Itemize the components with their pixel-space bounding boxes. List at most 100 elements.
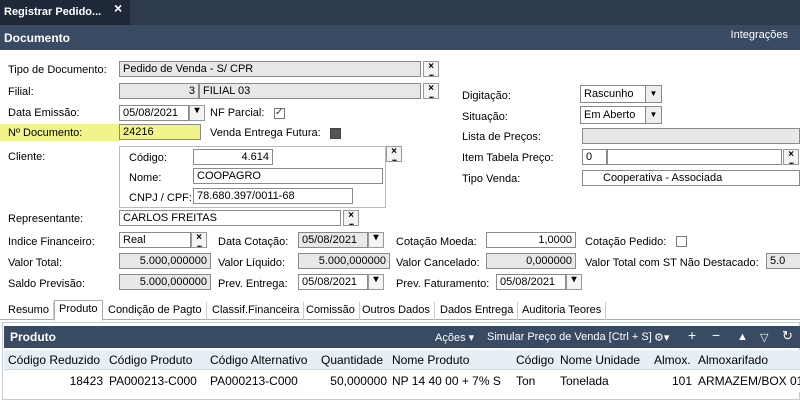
tipo-venda-label: Tipo Venda:: [462, 173, 521, 185]
nome-field[interactable]: COOPAGRO: [193, 168, 383, 184]
indice-lookup-button[interactable]: ×...: [191, 232, 207, 249]
tipo-doc-label: Tipo de Documento:: [8, 64, 107, 76]
valor-st-field: 5.0: [766, 253, 800, 269]
move-up-icon[interactable]: ▲: [737, 331, 748, 343]
table-row[interactable]: 18423 PA000213-C000 PA000213-C000 50,000…: [4, 370, 800, 392]
col-almoxarifado[interactable]: Almoxarifado: [698, 353, 768, 367]
lista-precos-field[interactable]: [582, 128, 800, 144]
item-tabela-code-field[interactable]: 0: [582, 149, 607, 165]
n-documento-field[interactable]: 24216: [119, 124, 201, 140]
data-cotacao-field[interactable]: 05/08/2021: [298, 232, 368, 248]
item-tabela-lookup-button[interactable]: ×...: [783, 149, 799, 166]
cell-codigo-reduzido: 18423: [69, 374, 103, 388]
cell-quantidade: 50,000000: [330, 374, 387, 388]
valor-st-label: Valor Total com ST Não Destacado:: [585, 257, 759, 269]
app-tab[interactable]: Registrar Pedido...: [0, 0, 130, 25]
cotacao-pedido-checkbox[interactable]: [676, 236, 687, 247]
calendar-icon[interactable]: ▾: [368, 274, 384, 290]
tab-outros-dados[interactable]: Outros Dados: [358, 302, 435, 320]
data-emissao-field[interactable]: 05/08/2021: [119, 105, 189, 121]
digitacao-select[interactable]: Rascunho ▼: [580, 85, 662, 103]
col-nome-produto[interactable]: Nome Produto: [392, 353, 469, 367]
filial-lookup-button[interactable]: ×...: [423, 83, 439, 100]
tipo-doc-field[interactable]: Pedido de Venda - S/ CPR: [119, 61, 421, 77]
codigo-field[interactable]: 4.614: [193, 149, 273, 165]
valor-total-field: 5.000,000000: [119, 253, 211, 269]
refresh-icon[interactable]: ↻: [782, 328, 793, 344]
item-tabela-label: Item Tabela Preço:: [462, 152, 554, 164]
cell-almoxarifado: ARMAZEM/BOX 01: [698, 374, 800, 388]
nf-parcial-checkbox[interactable]: [274, 107, 285, 119]
close-tab-icon[interactable]: ×: [114, 0, 122, 16]
valor-liquido-field: 5.000,000000: [298, 253, 390, 269]
col-quantidade[interactable]: Quantidade: [321, 353, 383, 367]
digitacao-label: Digitação:: [462, 90, 511, 102]
tab-condicao-pagto[interactable]: Condição de Pagto: [104, 302, 207, 320]
cell-codigo-unidade: Ton: [516, 374, 536, 388]
cliente-lookup-button[interactable]: ×...: [386, 146, 402, 163]
section-title: Documento: [4, 31, 70, 45]
situacao-value: Em Aberto: [584, 109, 636, 121]
prev-entrega-label: Prev. Entrega:: [218, 278, 288, 290]
move-down-icon[interactable]: ▽: [760, 331, 768, 344]
indice-field[interactable]: Real: [119, 232, 191, 248]
cotacao-moeda-field[interactable]: 1,0000: [486, 232, 576, 248]
col-nome-unidade[interactable]: Nome Unidade: [560, 353, 640, 367]
cliente-label: Cliente:: [8, 151, 46, 163]
indice-label: Indice Financeiro:: [8, 236, 95, 248]
chevron-down-icon: ▼: [645, 86, 661, 102]
calendar-icon[interactable]: ▾: [566, 274, 582, 290]
col-codigo-produto[interactable]: Código Produto: [109, 353, 192, 367]
tab-produto[interactable]: Produto: [54, 300, 103, 321]
cell-codigo-produto: PA000213-C000: [109, 374, 197, 388]
nf-parcial-label: NF Parcial:: [210, 107, 265, 119]
chevron-down-icon: ▼: [645, 107, 661, 123]
document-header: Documento Integrações: [0, 25, 800, 50]
filial-name-field: FILIAL 03: [199, 83, 421, 99]
col-codigo-alternativo[interactable]: Código Alternativo: [210, 353, 307, 367]
tab-resumo[interactable]: Resumo: [4, 302, 54, 320]
tab-comissao[interactable]: Comissão: [302, 302, 360, 320]
representante-lookup-button[interactable]: ×...: [343, 210, 359, 227]
filial-code-field[interactable]: 3: [119, 83, 199, 99]
cell-almox: 101: [671, 374, 692, 388]
col-codigo-reduzido[interactable]: Código Reduzido: [8, 353, 100, 367]
prev-faturamento-field[interactable]: 05/08/2021: [496, 274, 566, 290]
tipo-doc-lookup-button[interactable]: ×...: [423, 61, 439, 78]
tab-dados-entrega[interactable]: Dados Entrega: [436, 302, 519, 320]
acoes-menu[interactable]: Ações ▾: [435, 331, 474, 344]
cotacao-moeda-label: Cotação Moeda:: [396, 236, 477, 248]
simular-preco-button[interactable]: Simular Preço de Venda [Ctrl + S]: [487, 331, 652, 343]
cotacao-pedido-label: Cotação Pedido:: [585, 236, 667, 248]
produto-table-header: Código Reduzido Código Produto Código Al…: [4, 350, 800, 370]
digitacao-value: Rascunho: [584, 88, 634, 100]
document-tabs: Resumo Produto Condição de Pagto Classif…: [0, 300, 800, 321]
lista-precos-label: Lista de Preços:: [462, 131, 541, 143]
venda-entrega-futura-label: Venda Entrega Futura:: [210, 127, 321, 139]
produto-title: Produto: [10, 330, 56, 344]
n-documento-label: Nº Documento:: [8, 127, 83, 139]
prev-entrega-field[interactable]: 05/08/2021: [298, 274, 368, 290]
venda-entrega-futura-checkbox[interactable]: [330, 128, 341, 139]
col-codigo-unidade[interactable]: Código: [516, 353, 554, 367]
col-almox[interactable]: Almox.: [654, 353, 691, 367]
situacao-select[interactable]: Em Aberto ▼: [580, 106, 662, 124]
add-icon[interactable]: +: [688, 327, 696, 343]
nome-label: Nome:: [129, 172, 162, 184]
cnpj-field[interactable]: 78.680.397/0011-68: [193, 188, 353, 204]
remove-icon[interactable]: −: [712, 327, 720, 343]
prev-faturamento-label: Prev. Faturamento:: [396, 278, 490, 290]
settings-icon[interactable]: ⚙▾: [654, 331, 669, 344]
item-tabela-name-field: [607, 149, 782, 165]
calendar-icon[interactable]: ▾: [189, 105, 205, 121]
produto-toolbar: Produto Ações ▾ Simular Preço de Venda […: [4, 326, 800, 348]
situacao-label: Situação:: [462, 111, 508, 123]
tipo-venda-field[interactable]: Cooperativa - Associada: [582, 170, 800, 186]
tab-classif-financeira[interactable]: Classif.Financeira: [208, 302, 305, 320]
representante-field[interactable]: CARLOS FREITAS: [119, 210, 341, 226]
valor-total-label: Valor Total:: [8, 257, 63, 269]
data-cotacao-label: Data Cotação:: [218, 236, 289, 248]
integracoes-link[interactable]: Integrações: [731, 29, 788, 41]
calendar-icon[interactable]: ▾: [368, 232, 384, 248]
tab-auditoria-teores[interactable]: Auditoria Teores: [518, 302, 607, 320]
